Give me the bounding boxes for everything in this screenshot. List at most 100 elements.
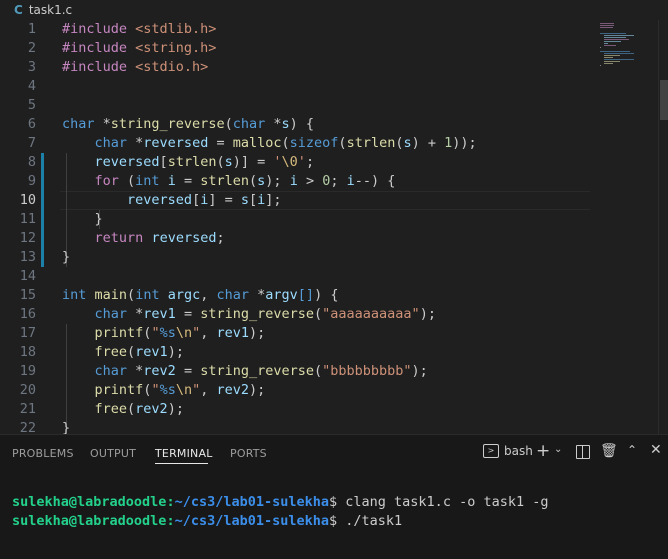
line-number: 21 [19,401,36,417]
code-token: , [200,287,217,303]
code-token: = [208,135,233,151]
minimap-line [604,53,634,54]
tab-ports[interactable]: PORTS [230,447,267,460]
code-line[interactable]: 12 return reversed; [0,229,590,248]
code-token: reversed [151,230,217,246]
code-editor[interactable]: 1 #include <stdlib.h> 2 #include <string.h>… [0,20,668,434]
code-token: char [94,363,128,379]
shell-label: bash [504,444,533,458]
code-token: ( [127,287,136,303]
code-text: #include <string.h> [62,39,216,58]
close-icon[interactable]: ✕ [650,442,662,458]
code-line[interactable]: 18 free(rev1); [0,343,590,362]
minimap-line [604,59,634,60]
terminal-path: ~/cs3/lab01-sulekha [174,494,330,510]
terminal-line: sulekha@labradoodle:~/cs3/lab01-sulekha$… [12,493,548,512]
code-line[interactable]: 20 printf("%s\n", rev2); [0,381,590,400]
chevron-up-icon[interactable]: ⌃ [627,443,637,457]
code-token: ( [224,116,233,132]
code-line[interactable]: 21 free(rev2); [0,400,590,419]
code-line[interactable]: 10 reversed[i] = s[i]; [0,191,590,210]
code-text: for (int i = strlen(s); i > 0; i--) { [62,172,396,191]
minimap-line [604,55,620,56]
line-number: 1 [27,21,36,37]
code-line[interactable]: 9 for (int i = strlen(s); i > 0; i--) { [0,172,590,191]
code-token: reversed [143,135,209,151]
tab-output[interactable]: OUTPUT [90,447,136,460]
breadcrumb-filename[interactable]: task1.c [29,3,72,17]
code-token: ]; [265,192,282,208]
code-line[interactable]: 4 [0,77,590,96]
line-number: 20 [19,382,36,398]
code-token: s [224,154,233,170]
code-line[interactable]: 17 printf("%s\n", rev1); [0,324,590,343]
shell-selector[interactable]: > bash [483,444,533,458]
line-number: 22 [19,420,36,434]
terminal-output[interactable]: sulekha@labradoodle:~/cs3/lab01-sulekha$… [12,493,548,531]
line-number: 16 [19,306,36,322]
add-icon[interactable]: + [536,441,550,461]
code-token: " [151,325,160,341]
code-token: * [265,116,282,132]
code-token: ; [305,154,315,170]
chevron-down-icon[interactable]: ⌄ [554,444,562,455]
terminal-path: ~/cs3/lab01-sulekha [174,513,330,529]
line-number: 11 [19,211,36,227]
code-line[interactable]: 11 } [0,210,590,229]
code-token: ; [330,173,347,189]
editor-scrollbar[interactable] [658,20,668,434]
minimap-line [604,45,616,46]
code-line[interactable]: 7 char *reversed = malloc(sizeof(strlen(… [0,134,590,153]
code-token: malloc [232,135,282,151]
line-number: 7 [27,135,36,151]
breadcrumb[interactable]: C task1.c [0,0,668,20]
code-line[interactable]: 5 [0,96,590,115]
code-token: , [200,325,217,341]
code-token: argv [265,287,298,303]
code-token: char [94,135,128,151]
code-token: > [297,173,323,189]
code-line[interactable]: 8 reversed[strlen(s)] = '\0'; [0,153,590,172]
code-token: rev1 [216,325,250,341]
code-token: ); [249,382,266,398]
terminal-prompt: $ [329,494,346,510]
terminal-icon: > [483,444,499,458]
code-line[interactable]: 14 [0,267,590,286]
terminal-prompt: $ [329,513,346,529]
code-line[interactable]: 22} [0,419,590,434]
code-token: ( [118,173,136,189]
code-token: [ [249,192,258,208]
code-text: reversed[i] = s[i]; [62,191,282,210]
editor-scrollbar-thumb[interactable] [660,80,668,120]
code-token: ) { [289,116,315,132]
minimap[interactable] [594,20,656,434]
code-line[interactable]: 15 int main(int argc, char *argv[]) { [0,286,590,305]
terminal-user: sulekha@labradoodle [12,494,167,510]
code-line[interactable]: 16 char *rev1 = string_reverse("aaaaaaaa… [0,305,590,324]
code-line[interactable]: 19 char *rev2 = string_reverse("bbbbbbbb… [0,362,590,381]
code-line[interactable]: 2 #include <string.h> [0,39,590,58]
code-line[interactable]: 1 #include <stdlib.h> [0,20,590,39]
code-token: %s [159,325,176,341]
code-token: char [232,116,266,132]
code-token: <stdio.h> [135,59,209,75]
code-line[interactable]: 6 char *string_reverse(char *s) { [0,115,590,134]
minimap-line [600,33,626,34]
code-token: strlen [346,135,396,151]
split-icon[interactable] [576,445,590,459]
code-token: ( [249,173,258,189]
tab-terminal[interactable]: TERMINAL [155,447,213,460]
code-token: char [62,116,95,132]
code-line[interactable]: 13} [0,248,590,267]
code-line[interactable]: 3 #include <stdio.h> [0,58,590,77]
tab-problems[interactable]: PROBLEMS [12,447,74,460]
trash-icon[interactable]: 🗑 [600,443,618,459]
code-token: --) { [354,173,396,189]
minimap-line [604,41,621,42]
terminal-sep: : [166,513,175,529]
bottom-panel: PROBLEMS OUTPUT TERMINAL PORTS > bash + … [0,434,668,559]
